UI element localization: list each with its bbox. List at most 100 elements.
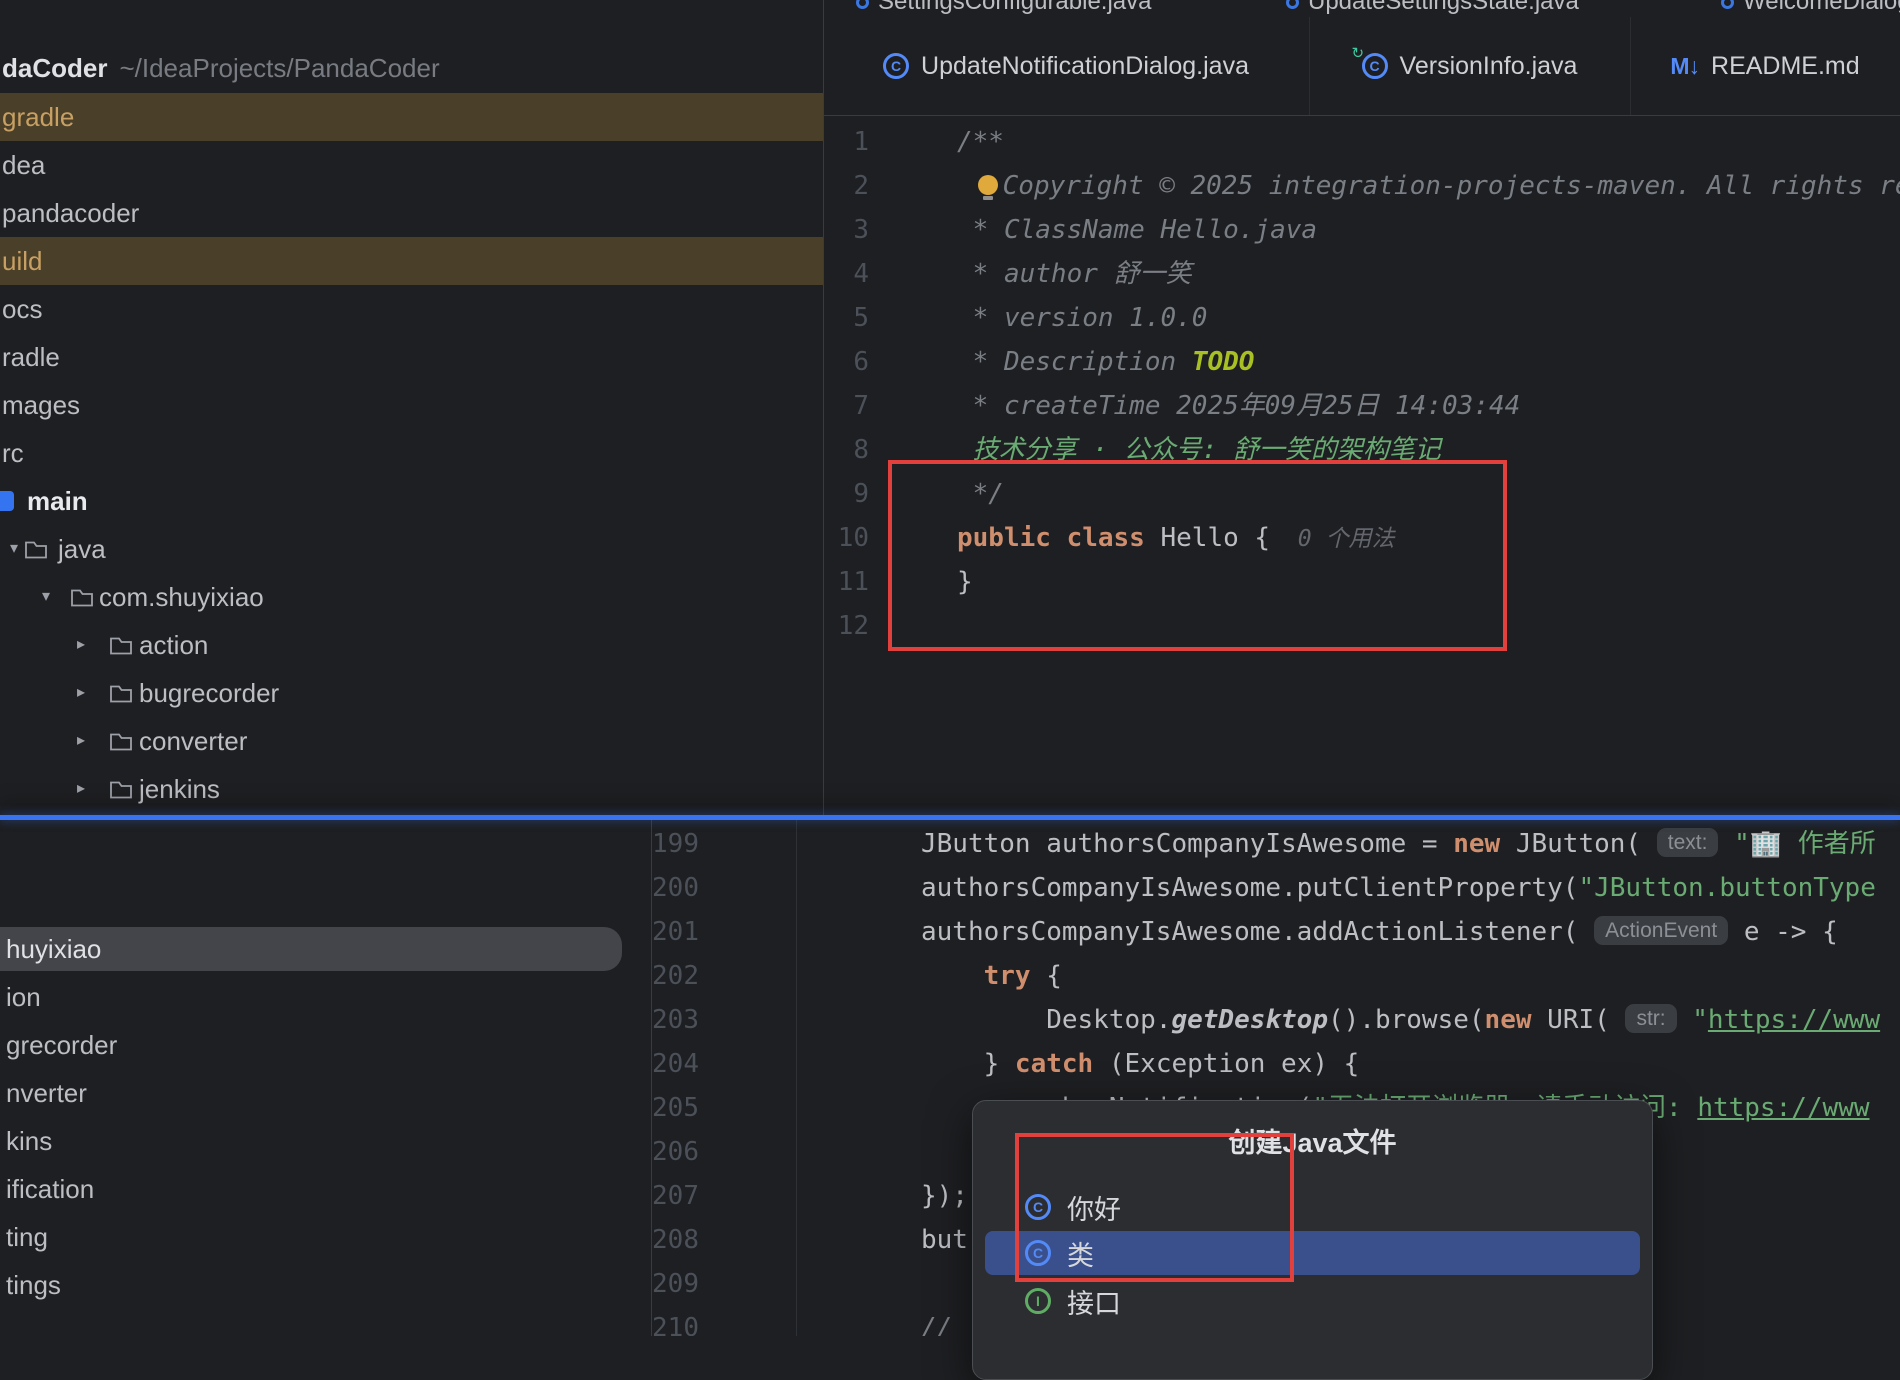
bottom-tree-item[interactable]: grecorder — [0, 1021, 651, 1069]
code-line[interactable]: 202 try { — [651, 954, 1900, 998]
project-tree-item[interactable]: ocs — [0, 285, 823, 333]
project-tree-item[interactable]: ▸converter — [0, 717, 823, 765]
code-line[interactable]: 1/** — [823, 120, 1900, 164]
code-token: try — [984, 961, 1031, 991]
code-line[interactable]: 3 * ClassName Hello.java — [823, 208, 1900, 252]
project-tree-item[interactable]: radle — [0, 333, 823, 381]
code-line-text: } catch (Exception ex) { — [921, 1042, 1359, 1086]
code-line-text: try { — [921, 954, 1062, 998]
project-tree-item[interactable]: ▾com.shuyixiao — [0, 573, 823, 621]
tab-update-notification-dialog[interactable]: C UpdateNotificationDialog.java — [823, 17, 1310, 115]
code-line[interactable]: 11} — [823, 560, 1900, 604]
code-line-text: authorsCompanyIsAwesome.addActionListene… — [921, 910, 1838, 956]
code-token: new — [1453, 829, 1500, 859]
bottom-tree-item[interactable]: kins — [0, 1117, 651, 1165]
tab-version-info[interactable]: C ↻ VersionInfo.java — [1309, 17, 1631, 115]
code-token: JButton( — [1500, 829, 1657, 859]
project-tree-item[interactable]: uild — [0, 237, 823, 285]
project-tree-item[interactable]: pandacoder — [0, 189, 823, 237]
tree-item-label: grecorder — [6, 1021, 117, 1069]
code-token: ().browse( — [1328, 1005, 1485, 1035]
chevron-right-icon[interactable]: ▸ — [69, 765, 93, 813]
line-number: 205 — [651, 1086, 699, 1130]
editor-tab-bar: C UpdateNotificationDialog.java C ↻ Vers… — [823, 17, 1900, 116]
project-path: ~/IdeaProjects/PandaCoder — [119, 53, 439, 83]
code-token: "JButton.buttonType — [1578, 873, 1875, 903]
tab-welcome-dialog[interactable]: WelcomeDialog.java — [1721, 0, 1900, 18]
code-line[interactable]: 12 — [823, 604, 1900, 648]
project-name: daCoder — [2, 53, 107, 83]
inlay-hint: ActionEvent — [1594, 916, 1728, 945]
line-number: 210 — [651, 1306, 699, 1336]
code-token: public class — [957, 523, 1145, 553]
tree-item-label: gradle — [2, 93, 74, 141]
code-token: Desktop. — [921, 1005, 1171, 1035]
code-line-text: authorsCompanyIsAwesome.putClientPropert… — [921, 866, 1876, 910]
tab-readme[interactable]: M↓ README.md — [1630, 17, 1900, 115]
code-line-text: // — [921, 1306, 952, 1336]
project-tree-item[interactable]: dea — [0, 141, 823, 189]
code-line[interactable]: 4 * author 舒一笑 — [823, 252, 1900, 296]
bottom-tree-item[interactable]: nverter — [0, 1069, 651, 1117]
project-tree-item[interactable]: rc — [0, 429, 823, 477]
popup-item-interface[interactable]: I 接口 — [985, 1279, 1640, 1323]
line-number: 1 — [823, 120, 869, 164]
code-line[interactable]: 199JButton authorsCompanyIsAwesome = new… — [651, 822, 1900, 866]
chevron-right-icon[interactable]: ▸ — [69, 717, 93, 765]
project-tree-item[interactable]: ▸jenkins — [0, 765, 823, 813]
code-line[interactable]: 9 */ — [823, 472, 1900, 516]
code-line[interactable]: 201authorsCompanyIsAwesome.addActionList… — [651, 910, 1900, 954]
class-icon: C — [1362, 53, 1388, 79]
project-tree-item[interactable]: main — [0, 477, 823, 525]
line-number: 209 — [651, 1262, 699, 1306]
project-tree-item[interactable]: mages — [0, 381, 823, 429]
line-number: 203 — [651, 998, 699, 1042]
chevron-right-icon[interactable]: ▸ — [69, 669, 93, 717]
code-line[interactable]: 6 * Description TODO — [823, 340, 1900, 384]
popup-item-label: 你好 — [1067, 1188, 1121, 1227]
bottom-tree-item[interactable]: ting — [0, 1213, 651, 1261]
window-separator — [0, 815, 1900, 820]
code-line[interactable]: 203 Desktop.getDesktop().browse(new URI(… — [651, 998, 1900, 1042]
code-token — [921, 961, 984, 991]
line-number: 2 — [823, 164, 869, 208]
code-token: authorsCompanyIsAwesome.putClientPropert… — [921, 873, 1578, 903]
folder-icon — [70, 587, 94, 612]
tab-update-settings-state[interactable]: UpdateSettingsState.java — [1286, 0, 1579, 18]
panel-divider[interactable] — [823, 0, 824, 815]
code-line[interactable]: 5 * version 1.0.0 — [823, 296, 1900, 340]
code-token: but — [921, 1225, 968, 1255]
chevron-down-icon[interactable]: ▾ — [2, 525, 26, 573]
bottom-tree-item[interactable]: tings — [0, 1261, 651, 1309]
tab-settings-configurable[interactable]: SettingsConfigurable.java — [856, 0, 1152, 18]
code-line[interactable]: 204 } catch (Exception ex) { — [651, 1042, 1900, 1086]
project-title-row: daCoder ~/IdeaProjects/PandaCoder — [2, 44, 440, 92]
code-line[interactable]: 200authorsCompanyIsAwesome.putClientProp… — [651, 866, 1900, 910]
popup-item-nihao[interactable]: C 你好 — [985, 1185, 1640, 1229]
class-icon: C — [1025, 1240, 1051, 1266]
bottom-tree-item[interactable]: ion — [0, 973, 651, 1021]
bottom-tree-item[interactable]: ification — [0, 1165, 651, 1213]
line-number: 7 — [823, 384, 869, 428]
bottom-project-tree[interactable]: huyixiaoiongrecordernverterkinsification… — [0, 820, 651, 1336]
code-token: Hello { — [1145, 523, 1270, 553]
project-tree-item[interactable]: ▸bugrecorder — [0, 669, 823, 717]
create-java-file-popup: 创建Java文件 C 你好 C 类 I 接口 — [972, 1100, 1653, 1380]
code-line[interactable]: 7 * createTime 2025年09月25日 14:03:44 — [823, 384, 1900, 428]
code-line[interactable]: 2 Copyright © 2025 integration-projects-… — [823, 164, 1900, 208]
chevron-right-icon[interactable]: ▸ — [69, 621, 93, 669]
code-line[interactable]: 8 技术分享 · 公众号: 舒一笑的架构笔记 — [823, 428, 1900, 472]
project-tree-item[interactable]: ▸ action — [0, 621, 823, 669]
editor-top[interactable]: 1/**2 Copyright © 2025 integration-proje… — [823, 115, 1900, 815]
code-token: * Description — [957, 347, 1192, 377]
panel-divider[interactable] — [651, 820, 652, 1336]
code-line[interactable]: 10public class Hello { 0 个用法 — [823, 516, 1900, 560]
popup-item-class[interactable]: C 类 — [985, 1231, 1640, 1275]
project-tree-item[interactable]: ▾java — [0, 525, 823, 573]
popup-item-label: 类 — [1067, 1234, 1094, 1273]
tree-item-label: action — [139, 621, 208, 669]
code-line-text: * version 1.0.0 — [957, 296, 1207, 340]
project-tree-item[interactable]: gradle — [0, 93, 823, 141]
bottom-tree-item[interactable]: huyixiao — [0, 925, 651, 973]
chevron-down-icon[interactable]: ▾ — [34, 573, 58, 621]
